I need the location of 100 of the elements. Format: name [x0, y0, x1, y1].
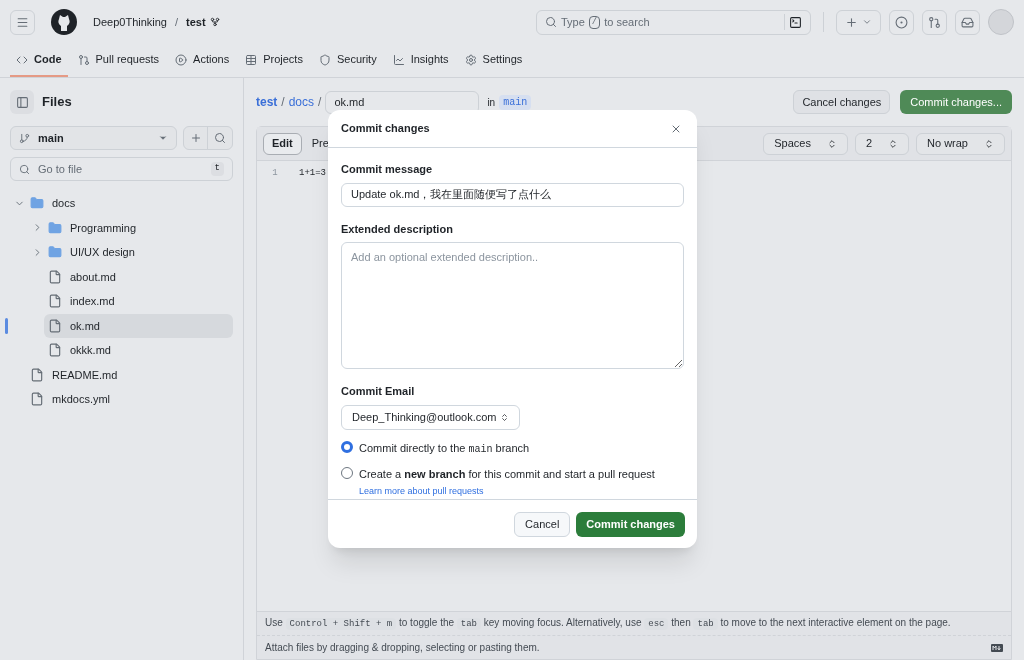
cancel-button[interactable]: Cancel: [514, 511, 571, 537]
shortcut-key: /: [588, 15, 601, 29]
search-hint: to search: [604, 14, 650, 30]
keyboard-help-text: Use Control + Shift + m to toggle the tab key moving focus. Alternatively, use esc then tab to move to the next interactive element on the page.: [265, 616, 951, 632]
search-field[interactable]: Type / to search: [536, 9, 811, 35]
tree-item[interactable]: okkk.md: [44, 338, 233, 363]
radio-label: Create a new branch for this commit and start a pull request: [359, 466, 655, 482]
learn-more-link[interactable]: Learn more about pull requests: [359, 485, 655, 499]
tree-item[interactable]: UI/UX design: [44, 240, 233, 265]
in-label: in: [487, 95, 496, 110]
updown-icon: [500, 412, 510, 422]
field-label: Commit message: [341, 162, 434, 177]
panel-icon: [15, 95, 29, 109]
updown-icon: [888, 138, 899, 149]
tree-item[interactable]: docs: [26, 191, 233, 216]
file-name: ok.md: [70, 318, 100, 334]
tree-item[interactable]: Programming: [44, 215, 233, 240]
path-separator: /: [318, 94, 322, 111]
menu-button[interactable]: [10, 9, 35, 35]
tree-item[interactable]: mkdocs.yml: [26, 387, 233, 412]
nav-tab[interactable]: Security: [312, 44, 383, 77]
commit-button[interactable]: Commit changes: [576, 511, 685, 537]
radio-button[interactable]: [341, 440, 353, 453]
editor-select[interactable]: 2: [854, 132, 910, 155]
nav-tab[interactable]: Actions: [169, 44, 236, 77]
sidebar-title: Files: [42, 93, 72, 112]
file-icon: [48, 294, 62, 309]
commit-changes-button[interactable]: Commit changes...: [900, 90, 1012, 114]
file-icon: [48, 269, 62, 284]
nav-tab[interactable]: Projects: [239, 44, 309, 77]
file-name: README.md: [52, 367, 118, 383]
search-icon: [19, 163, 30, 175]
pull-request-icon: [928, 15, 941, 29]
caret-icon: [862, 17, 872, 27]
editor-select[interactable]: No wrap: [916, 132, 1005, 155]
nav-tab[interactable]: Code: [10, 44, 68, 77]
line-number: 1: [271, 167, 279, 181]
branch-select[interactable]: main: [10, 126, 177, 150]
cancel-changes-button[interactable]: Cancel changes: [793, 90, 891, 114]
play-icon: [175, 53, 188, 66]
nav-tab[interactable]: Pull requests: [71, 44, 166, 77]
folder-icon: [48, 245, 62, 260]
file-icon: [30, 392, 44, 407]
tree-item[interactable]: about.md: [44, 264, 233, 289]
radio-label: Commit directly to the main branch: [359, 440, 530, 457]
file-name: docs: [52, 196, 76, 211]
inbox-icon: [961, 15, 974, 29]
breadcrumb-link[interactable]: test: [256, 93, 278, 111]
file-name: index.md: [70, 294, 115, 309]
file-name: UI/UX design: [70, 245, 135, 260]
search-icon: [545, 16, 557, 28]
selection-marker: [5, 317, 8, 334]
tree-item[interactable]: README.md: [26, 362, 233, 387]
updown-icon: [826, 138, 837, 149]
file-name: mkdocs.yml: [52, 392, 111, 407]
tree-item[interactable]: ok.md: [44, 313, 233, 338]
tree-item[interactable]: index.md: [44, 289, 233, 314]
editor-select[interactable]: Spaces: [763, 132, 848, 155]
cat-logo-icon[interactable]: [51, 9, 77, 35]
circle-dot-icon: [895, 15, 908, 29]
branch-label: main: [499, 94, 532, 110]
updown-icon: [984, 138, 994, 149]
shortcut-key: t: [210, 162, 224, 176]
markdown-icon: [991, 643, 1003, 652]
caret-icon: [158, 133, 168, 143]
repo-name[interactable]: test: [186, 13, 206, 31]
path-separator: /: [175, 14, 179, 30]
editor-tab[interactable]: Edit: [263, 132, 302, 155]
file-icon: [48, 318, 62, 333]
folder-icon: [48, 220, 62, 235]
email-select[interactable]: Deep_Thinking@outlook.com: [341, 404, 521, 430]
search-icon: [214, 132, 226, 144]
repo-owner[interactable]: Deep0Thinking: [93, 13, 167, 31]
pull-request-icon: [77, 53, 90, 66]
nav-tab[interactable]: Settings: [458, 44, 529, 77]
terminal-icon[interactable]: [789, 15, 802, 29]
file-icon: [30, 367, 44, 382]
breadcrumb-link[interactable]: docs: [288, 93, 315, 111]
inbox-button[interactable]: [955, 9, 980, 35]
field-label: Extended description: [341, 221, 454, 237]
description-field[interactable]: Add an optional extended description..: [341, 242, 684, 369]
editor-tab[interactable]: Pre: [309, 132, 331, 155]
pull-requests-button[interactable]: [922, 9, 947, 35]
issues-button[interactable]: [889, 9, 914, 35]
file-name: okkk.md: [70, 343, 111, 358]
go-to-file-input[interactable]: Go to file: [38, 160, 203, 178]
field-label: Commit Email: [341, 384, 416, 399]
file-icon: [48, 343, 62, 358]
branch-icon: [19, 132, 30, 144]
shield-icon: [318, 53, 331, 66]
table-icon: [245, 53, 258, 66]
chart-icon: [392, 53, 405, 66]
file-name: about.md: [70, 269, 116, 285]
go-to-file-field[interactable]: Go to file t: [10, 157, 233, 181]
nav-tab[interactable]: Insights: [386, 44, 455, 77]
plus-icon: [189, 132, 202, 144]
collapse-sidebar-button[interactable]: [10, 90, 34, 114]
commit-message-field[interactable]: Update ok.md，我在里面随便写了点什么: [341, 182, 684, 207]
gear-icon: [464, 53, 477, 66]
code-line: 1+1=3: [299, 167, 326, 181]
